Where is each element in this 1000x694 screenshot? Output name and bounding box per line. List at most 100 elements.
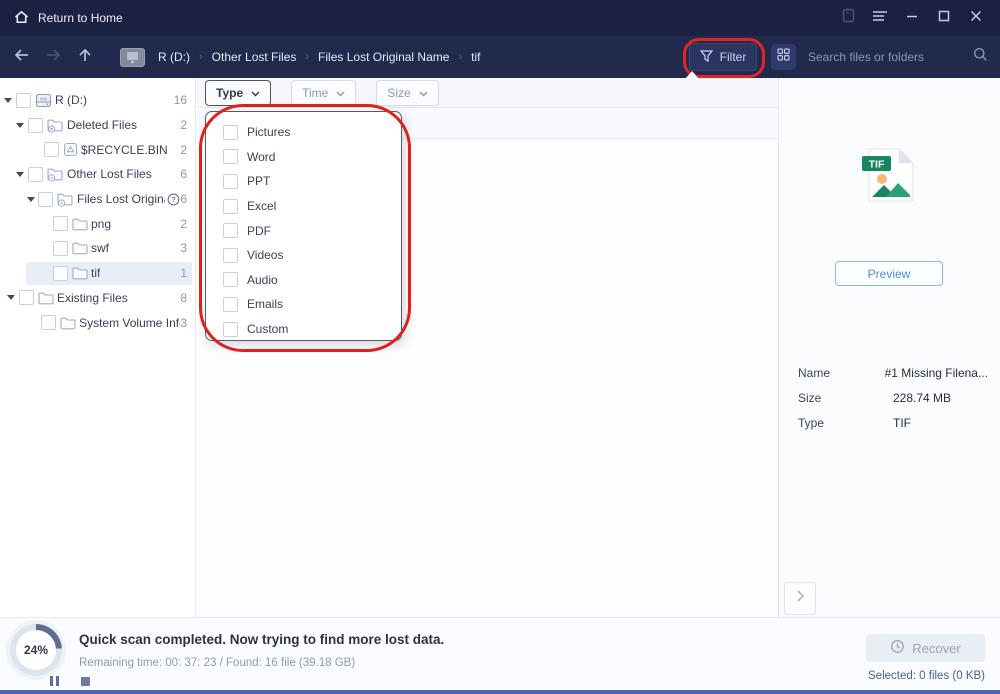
filter-option-checkbox[interactable] [223,297,238,312]
breadcrumb-item[interactable]: Other Lost Files [212,50,297,64]
filter-option-label: PPT [247,174,270,188]
tree-item-label: Deleted Files [67,118,137,132]
breadcrumb-item[interactable]: tif [471,50,480,64]
filter-option-excel[interactable]: Excel [206,194,401,219]
filter-toolbar: Type Time Size [197,78,778,108]
tree-checkbox[interactable] [41,315,56,330]
tree-item-system-volume-informati[interactable]: System Volume Informati...3 [0,310,195,335]
tree-item-files-lost-original-na[interactable]: Files Lost Original Na...?6 [0,187,195,212]
tree-item-png[interactable]: png2 [0,211,195,236]
filter-option-videos[interactable]: Videos [206,243,401,268]
filter-time-button[interactable]: Time [291,80,356,106]
forward-button[interactable] [40,44,66,70]
tree-item-label: Existing Files [57,291,128,305]
close-icon [970,9,982,27]
tree-item-count: 3 [180,241,195,255]
tree-item-tif[interactable]: tif 1 [0,261,195,286]
tree-item-label: tif [91,266,100,280]
back-button[interactable] [8,44,34,70]
filter-option-pdf[interactable]: PDF [206,218,401,243]
filter-option-checkbox[interactable] [223,174,238,189]
preview-button[interactable]: Preview [835,261,943,286]
breadcrumb-separator: › [458,51,462,63]
close-button[interactable] [962,6,990,30]
expander-arrow-icon[interactable] [27,194,35,204]
menu-icon [872,9,888,27]
tree-checkbox[interactable] [53,266,68,281]
return-home-button[interactable]: Return to Home [0,10,123,27]
tree-checkbox[interactable] [53,216,68,231]
detail-label: Name [798,366,885,380]
tree-item-label: R (D:) [55,93,87,107]
expander-arrow-icon[interactable] [15,169,25,179]
svg-text:TIF: TIF [869,159,885,171]
filter-option-label: PDF [247,224,271,238]
chevron-right-icon [796,589,805,608]
filter-option-emails[interactable]: Emails [206,292,401,317]
filter-button[interactable]: Filter [689,43,757,71]
filter-option-ppt[interactable]: PPT [206,169,401,194]
tree-checkbox[interactable] [28,167,43,182]
caret-down-icon [336,86,345,100]
preview-panel: TIF Preview Name#1 Missing Filena...Size… [778,78,1000,617]
tree-checkbox[interactable] [28,118,43,133]
funnel-icon [700,50,713,65]
filter-option-audio[interactable]: Audio [206,268,401,293]
filter-option-checkbox[interactable] [223,199,238,214]
tree-item-swf[interactable]: swf3 [0,236,195,261]
folder-icon [72,266,88,280]
breadcrumb-item[interactable]: R (D:) [158,50,190,64]
filter-button-label: Time [302,86,328,100]
scan-status-message: Quick scan completed. Now trying to find… [79,632,444,647]
filter-option-checkbox[interactable] [223,125,238,140]
navbar-right: Filter [689,43,1000,71]
filter-option-label: Emails [247,297,283,311]
tree-item-other-lost-files[interactable]: Other Lost Files6 [0,162,195,187]
expander-arrow-icon[interactable] [15,120,25,130]
menu-button[interactable] [866,6,894,30]
filter-option-checkbox[interactable] [223,322,238,337]
breadcrumb-item[interactable]: Files Lost Original Name [318,50,449,64]
collapse-panel-button[interactable] [784,582,816,615]
filter-size-button[interactable]: Size [376,80,438,106]
tree-checkbox[interactable] [44,142,59,157]
tree-checkbox[interactable] [38,192,53,207]
filter-option-pictures[interactable]: Pictures [206,120,401,145]
filter-option-custom[interactable]: Custom [206,317,401,342]
tree-item-count: 2 [180,143,195,157]
tree-item-count: 6 [180,167,195,181]
tree-checkbox[interactable] [53,241,68,256]
view-toggle-button[interactable] [771,44,796,70]
help-icon[interactable]: ? [167,193,180,206]
tree-item-deleted-files[interactable]: Deleted Files2 [0,113,195,138]
expander-arrow-icon[interactable] [6,293,16,303]
tree-checkbox[interactable] [19,290,34,305]
filter-option-label: Word [247,150,275,164]
filter-option-checkbox[interactable] [223,149,238,164]
up-button[interactable] [72,44,98,70]
drive-thumbnail-icon [120,48,145,67]
tree-item-existing-files[interactable]: Existing Files8 [0,286,195,311]
minimize-button[interactable] [898,6,926,30]
expander-arrow-icon[interactable] [3,95,13,105]
filter-option-checkbox[interactable] [223,223,238,238]
tree-checkbox[interactable] [16,93,31,108]
filter-type-button[interactable]: Type [205,80,271,106]
filter-option-checkbox[interactable] [223,272,238,287]
filter-option-checkbox[interactable] [223,248,238,263]
filter-option-word[interactable]: Word [206,145,401,170]
tree-item-label: System Volume Informati... [79,316,180,330]
search-icon[interactable] [973,47,988,67]
recover-clock-icon [890,639,905,657]
tree-item-r-d[interactable]: R (D:)16 [0,88,195,113]
search-input[interactable] [806,49,973,65]
tree-item-label: $RECYCLE.BIN [81,143,168,157]
drive-icon [35,93,52,108]
svg-text:?: ? [172,195,177,204]
tree-item-count: 1 [180,266,195,280]
tree-item-recycle-bin[interactable]: $RECYCLE.BIN 2 [0,137,195,162]
license-button[interactable] [834,6,862,30]
recover-button[interactable]: Recover [866,634,985,662]
maximize-button[interactable] [930,6,958,30]
app-window: Return to Home R (D:)›Other Lost Files›F… [0,0,1000,694]
